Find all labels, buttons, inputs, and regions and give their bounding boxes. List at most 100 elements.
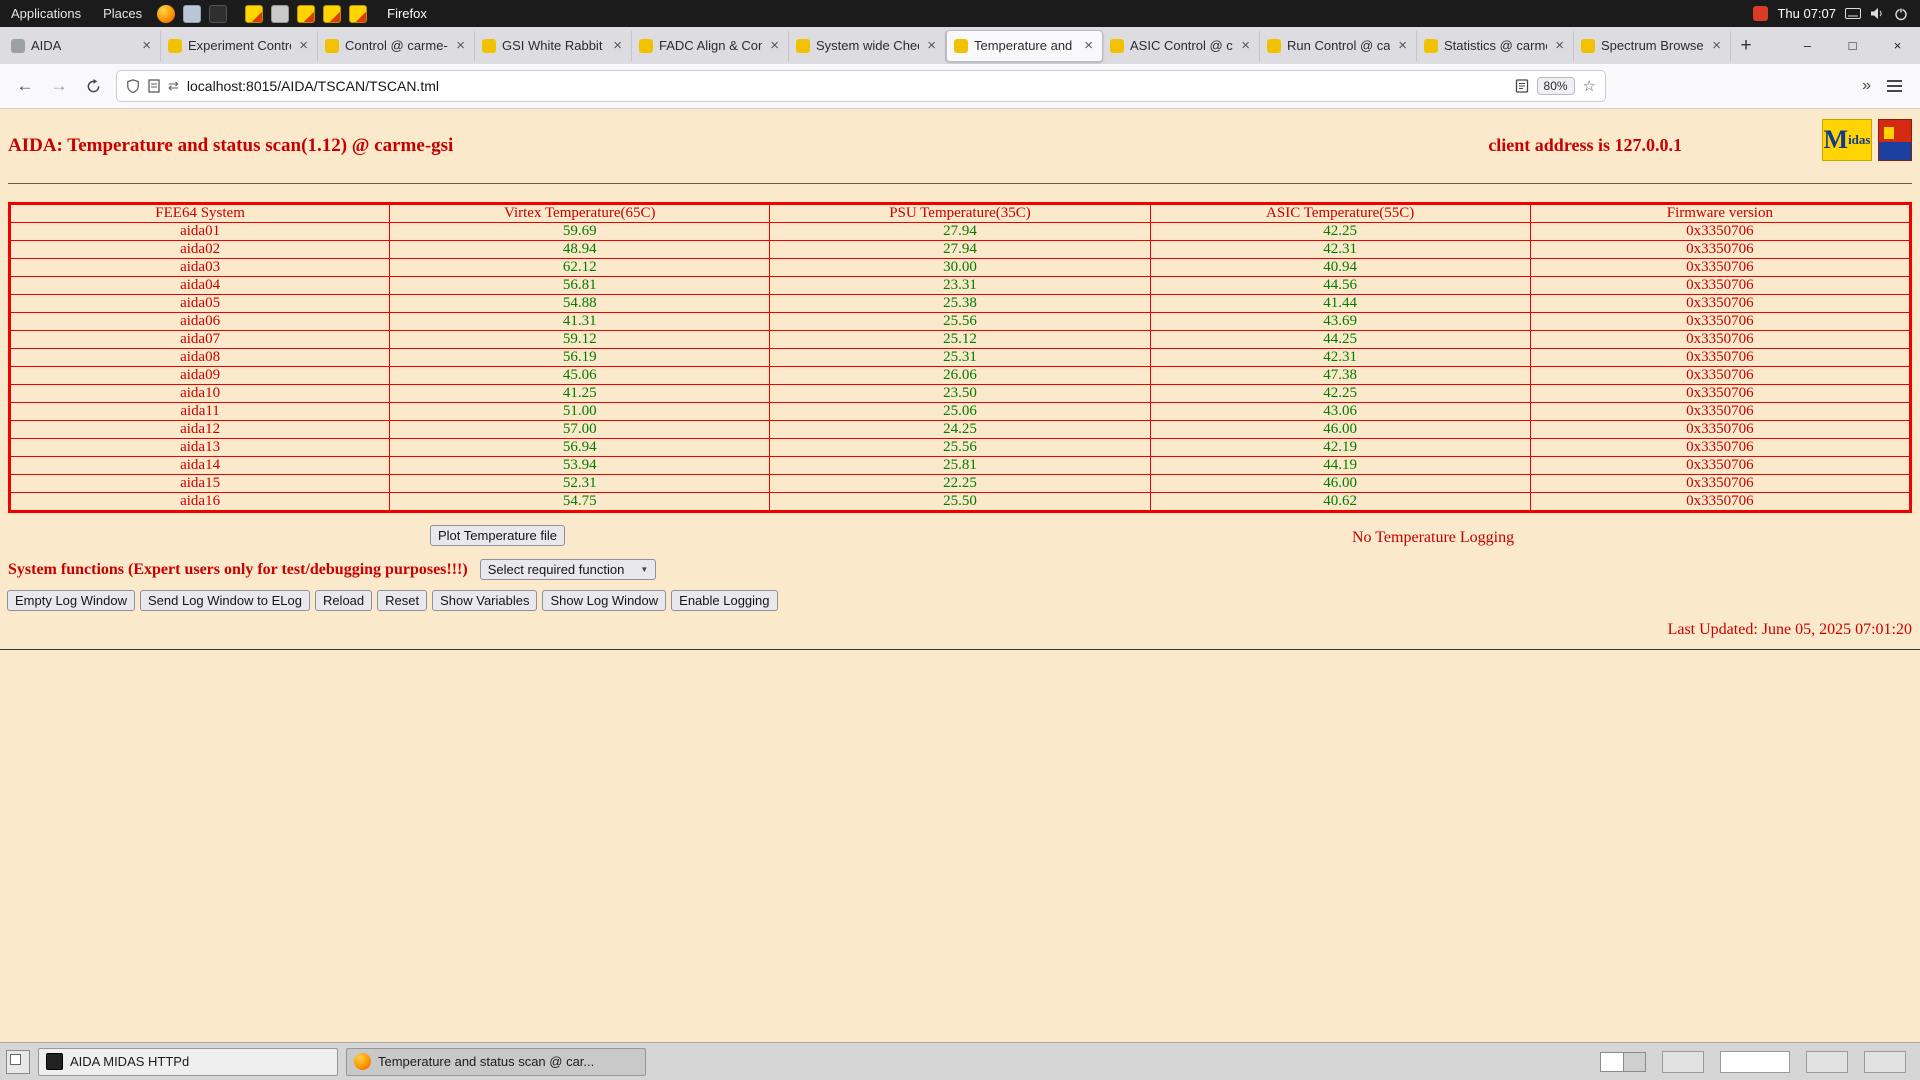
close-window-button[interactable]: × (1875, 27, 1920, 64)
reader-mode-icon[interactable] (1515, 79, 1529, 93)
browser-tab[interactable]: System wide Check× (789, 31, 946, 61)
table-row: aida1654.7525.5040.620x3350706 (10, 493, 1911, 512)
task-windows: AIDA MIDAS HTTPd Temperature and status s… (38, 1048, 646, 1076)
taskbar-applet[interactable] (1720, 1051, 1790, 1073)
show-variables-button[interactable]: Show Variables (432, 590, 537, 611)
tab-label: AIDA (31, 38, 134, 53)
page-header-row: AIDA: Temperature and status scan(1.12) … (0, 109, 1920, 161)
midas-launcher-icon[interactable] (297, 5, 315, 23)
value-cell: 0x3350706 (1530, 223, 1910, 241)
value-cell: 0x3350706 (1530, 295, 1910, 313)
tab-close-icon[interactable]: × (454, 37, 467, 54)
fee64-system-cell: aida05 (10, 295, 390, 313)
taskbar-applet[interactable] (1806, 1051, 1848, 1073)
value-cell: 42.25 (1150, 385, 1530, 403)
value-cell: 0x3350706 (1530, 277, 1910, 295)
midas-launcher-icon[interactable] (245, 5, 263, 23)
tab-close-icon[interactable]: × (611, 37, 624, 54)
show-log-window-button[interactable]: Show Log Window (542, 590, 666, 611)
web-page-content: AIDA: Temperature and status scan(1.12) … (0, 109, 1920, 1042)
tab-close-icon[interactable]: × (1239, 37, 1252, 54)
value-cell: 0x3350706 (1530, 313, 1910, 331)
value-cell: 42.31 (1150, 349, 1530, 367)
send-log-window-to-elog-button[interactable]: Send Log Window to ELog (140, 590, 310, 611)
value-cell: 57.00 (390, 421, 770, 439)
taskbar-applet[interactable] (1864, 1051, 1906, 1073)
taskbar-window-button[interactable]: AIDA MIDAS HTTPd (38, 1048, 338, 1076)
fee64-system-cell: aida14 (10, 457, 390, 475)
tab-close-icon[interactable]: × (925, 37, 938, 54)
midas-launcher-icon[interactable] (349, 5, 367, 23)
tab-close-icon[interactable]: × (297, 37, 310, 54)
browser-tab[interactable]: Experiment Control× (161, 31, 318, 61)
applications-menu[interactable]: Applications (0, 0, 92, 27)
midas-launcher-icon[interactable] (323, 5, 341, 23)
browser-tab[interactable]: Statistics @ carme× (1417, 31, 1574, 61)
value-cell: 54.88 (390, 295, 770, 313)
forward-button[interactable]: → (44, 71, 74, 101)
browser-tab[interactable]: Spectrum Browser× (1574, 31, 1731, 61)
table-row: aida1356.9425.5642.190x3350706 (10, 439, 1911, 457)
zoom-level-badge[interactable]: 80% (1537, 77, 1575, 95)
minimize-button[interactable]: – (1785, 27, 1830, 64)
url-bar[interactable]: ⇄ localhost:8015/AIDA/TSCAN/TSCAN.tml 80… (116, 70, 1606, 102)
toolbar-overflow-icon[interactable]: » (1862, 77, 1871, 95)
permissions-icon[interactable]: ⇄ (168, 78, 179, 94)
value-cell: 0x3350706 (1530, 421, 1910, 439)
browser-tab[interactable]: GSI White Rabbit T × (475, 31, 632, 61)
browser-tab[interactable]: AIDA × (4, 31, 161, 61)
printer-launcher-icon[interactable] (271, 5, 289, 23)
value-cell: 0x3350706 (1530, 385, 1910, 403)
back-button[interactable]: ← (10, 71, 40, 101)
browser-tab[interactable]: Control @ carme-g× (318, 31, 475, 61)
browser-tab[interactable]: ASIC Control @ ca× (1103, 31, 1260, 61)
browser-tab[interactable]: Temperature and st× (946, 30, 1103, 62)
value-cell: 41.44 (1150, 295, 1530, 313)
bookmark-star-icon[interactable]: ☆ (1583, 77, 1596, 95)
tab-close-icon[interactable]: × (1553, 37, 1566, 54)
tab-close-icon[interactable]: × (768, 37, 781, 54)
taskbar-window-button[interactable]: Temperature and status scan @ car... (346, 1048, 646, 1076)
plot-temperature-button[interactable]: Plot Temperature file (430, 525, 565, 546)
firefox-launcher-icon[interactable] (157, 5, 175, 23)
url-text[interactable]: localhost:8015/AIDA/TSCAN/TSCAN.tml (187, 78, 1507, 94)
volume-icon[interactable] (1870, 7, 1885, 20)
tab-close-icon[interactable]: × (1082, 37, 1095, 54)
files-launcher-icon[interactable] (183, 5, 201, 23)
tab-close-icon[interactable]: × (140, 37, 153, 54)
clock[interactable]: Thu 07:07 (1777, 6, 1836, 21)
table-row: aida0159.6927.9442.250x3350706 (10, 223, 1911, 241)
show-desktop-button[interactable] (6, 1050, 30, 1074)
new-tab-button[interactable]: + (1731, 31, 1761, 61)
empty-log-window-button[interactable]: Empty Log Window (7, 590, 135, 611)
value-cell: 53.94 (390, 457, 770, 475)
site-info-icon[interactable] (148, 79, 160, 93)
value-cell: 30.00 (770, 259, 1150, 277)
enable-logging-button[interactable]: Enable Logging (671, 590, 777, 611)
menu-hamburger-icon[interactable] (1887, 77, 1902, 95)
value-cell: 0x3350706 (1530, 403, 1910, 421)
taskbar-applet[interactable] (1662, 1051, 1704, 1073)
value-cell: 0x3350706 (1530, 493, 1910, 512)
notification-icon[interactable] (1753, 6, 1768, 21)
tab-close-icon[interactable]: × (1710, 37, 1723, 54)
power-icon[interactable] (1894, 7, 1908, 21)
tracking-shield-icon[interactable] (126, 79, 140, 93)
reload-button[interactable]: Reload (315, 590, 372, 611)
tab-close-icon[interactable]: × (1396, 37, 1409, 54)
tab-favicon (1424, 39, 1438, 53)
browser-tab[interactable]: FADC Align & Cont× (632, 31, 789, 61)
keyboard-layout-icon[interactable] (1845, 8, 1861, 19)
value-cell: 43.69 (1150, 313, 1530, 331)
function-select[interactable]: Select required function ▼ (480, 559, 657, 580)
workspace-pager[interactable] (1600, 1052, 1646, 1072)
maximize-button[interactable]: □ (1830, 27, 1875, 64)
tab-label: GSI White Rabbit T (502, 38, 605, 53)
places-menu[interactable]: Places (92, 0, 153, 27)
tab-label: Run Control @ car (1287, 38, 1390, 53)
logging-status-text: No Temperature Logging (1352, 529, 1514, 547)
reload-button[interactable] (78, 71, 108, 101)
terminal-launcher-icon[interactable] (209, 5, 227, 23)
browser-tab[interactable]: Run Control @ car × (1260, 31, 1417, 61)
reset-button[interactable]: Reset (377, 590, 427, 611)
